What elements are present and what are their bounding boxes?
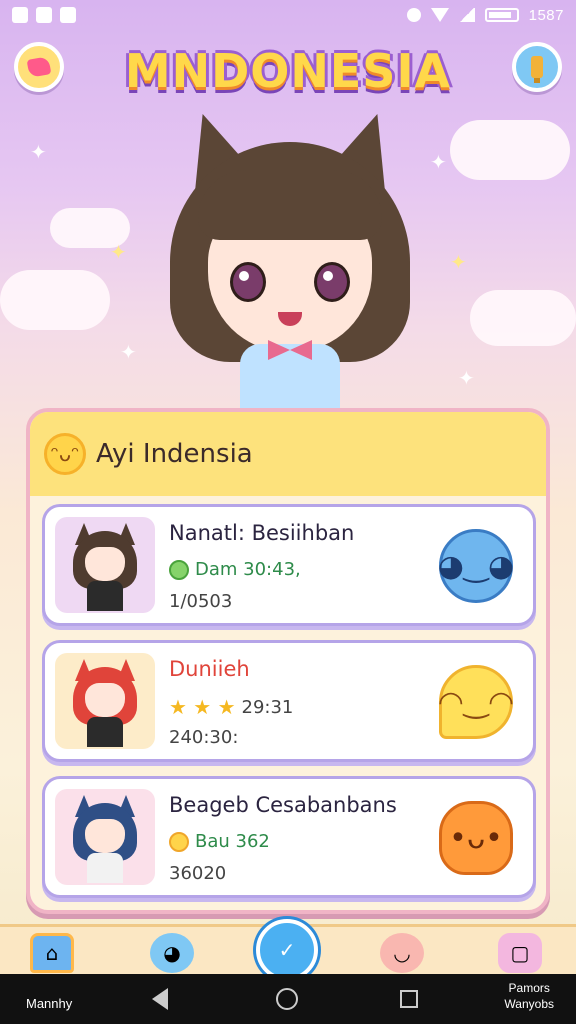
- row-stat-value: 29:31: [241, 696, 294, 718]
- nav-right-label: Pamors Wanyobs: [504, 980, 554, 1012]
- cloud-decoration: [0, 270, 110, 330]
- thumb-body: [87, 853, 123, 883]
- character-outfit: [240, 344, 340, 414]
- sparkle-icon: ✦: [430, 150, 447, 174]
- row-title: Duniieh: [169, 657, 250, 681]
- sparkle-icon: ✦: [110, 240, 127, 264]
- alarm-icon: [406, 8, 421, 22]
- nav-left-label: Mannhy: [26, 996, 73, 1011]
- signal-icon: [458, 8, 475, 22]
- back-icon[interactable]: [152, 988, 168, 1010]
- bottom-tab-bar: ⌂ ◕ ✓ ◡ ▢: [0, 919, 576, 981]
- thumb-body: [87, 581, 123, 611]
- cloud-decoration: [450, 120, 570, 180]
- character-thumbnail: [55, 789, 155, 885]
- friends-tab[interactable]: ◡: [380, 933, 424, 973]
- nav-right-label-line2: Wanyobs: [504, 997, 554, 1011]
- chat-center-icon: ✓: [278, 938, 296, 962]
- character-bangs: [198, 170, 382, 240]
- character-list-panel: ᵔᴗᵔ Ayi Indensia Nanatl: Besiihban Dam 3…: [26, 408, 550, 914]
- creature-tab[interactable]: ◕: [150, 933, 194, 973]
- pink-bag-icon: ▢: [510, 941, 530, 965]
- sparkle-icon: ✦: [30, 140, 47, 164]
- green-badge-icon: [169, 559, 189, 580]
- row-subtext: 1/0503: [169, 591, 233, 612]
- character-thumbnail: [55, 517, 155, 613]
- thumb-face: [85, 683, 125, 717]
- character-eye-right: [314, 262, 350, 302]
- star-rating-icon: ★ ★ ★: [169, 695, 236, 719]
- trophy-icon: [531, 56, 543, 78]
- trophy-button[interactable]: [512, 42, 562, 92]
- blue-blob-mascot-icon: ◕‿◕: [438, 529, 514, 603]
- row-subtext: 240:30:: [169, 727, 239, 748]
- yellow-speech-mascot-icon: ◠‿◠: [438, 665, 514, 739]
- blue-creature-icon: ◕: [163, 941, 181, 965]
- app-title: MNDONESIA: [124, 44, 452, 98]
- status-notifications: [12, 7, 76, 23]
- panel-title: Ayi Indensia: [96, 439, 253, 469]
- thumb-face: [85, 547, 125, 581]
- wifi-icon: [430, 8, 449, 22]
- shop-tab[interactable]: ▢: [498, 933, 542, 973]
- row-stat: Bau 362: [169, 831, 270, 852]
- orange-creature-mascot-icon: •ᴗ•: [439, 801, 513, 875]
- thumb-body: [87, 717, 123, 747]
- row-stat: ★ ★ ★ 29:31: [169, 695, 293, 719]
- center-chat-tab[interactable]: ✓: [256, 919, 318, 981]
- favorites-button[interactable]: [14, 42, 64, 92]
- status-bar: 1587: [0, 0, 576, 30]
- image-notification-icon: [60, 7, 76, 23]
- sparkle-icon: ✦: [450, 250, 467, 274]
- sparkle-icon: ✦: [120, 340, 137, 364]
- smiley-icon: ᵔᴗᵔ: [44, 433, 86, 475]
- row-title: Nanatl: Besiihban: [169, 521, 355, 545]
- row-title: Beageb Cesabanbans: [169, 793, 397, 817]
- panel-header: ᵔᴗᵔ Ayi Indensia: [30, 412, 546, 496]
- row-subtext: 36020: [169, 863, 227, 884]
- status-system: 1587: [406, 6, 564, 24]
- hero-character: [150, 112, 430, 414]
- row-stat-value: Dam 30:43,: [195, 559, 301, 580]
- list-item[interactable]: Nanatl: Besiihban Dam 30:43, 1/0503 ◕‿◕: [42, 504, 536, 626]
- battery-icon: [484, 8, 519, 22]
- character-eye-left: [230, 262, 266, 302]
- home-circle-icon[interactable]: [276, 988, 298, 1010]
- character-thumbnail: [55, 653, 155, 749]
- notification-icon: [12, 7, 28, 23]
- list-item[interactable]: Beageb Cesabanbans Bau 362 36020 •ᴗ•: [42, 776, 536, 898]
- nav-right-label-line1: Pamors: [508, 981, 550, 995]
- system-nav-bar: Mannhy Pamors Wanyobs: [0, 974, 576, 1024]
- recent-apps-icon[interactable]: [400, 990, 418, 1008]
- sparkle-icon: ✦: [458, 366, 475, 390]
- status-time: 1587: [528, 6, 564, 24]
- yellow-flower-icon: [169, 831, 189, 852]
- cloud-decoration: [470, 290, 576, 346]
- pink-creature-icon: ◡: [393, 941, 411, 965]
- home-tab[interactable]: ⌂: [30, 933, 74, 973]
- list-item[interactable]: Duniieh ★ ★ ★ 29:31 240:30: ◠‿◠: [42, 640, 536, 762]
- home-icon: ⌂: [45, 941, 59, 965]
- heart-chat-icon: [26, 56, 52, 78]
- row-stat-value: Bau 362: [195, 831, 270, 852]
- row-stat: Dam 30:43,: [169, 559, 301, 580]
- thumb-face: [85, 819, 125, 853]
- photo-notification-icon: [36, 7, 52, 23]
